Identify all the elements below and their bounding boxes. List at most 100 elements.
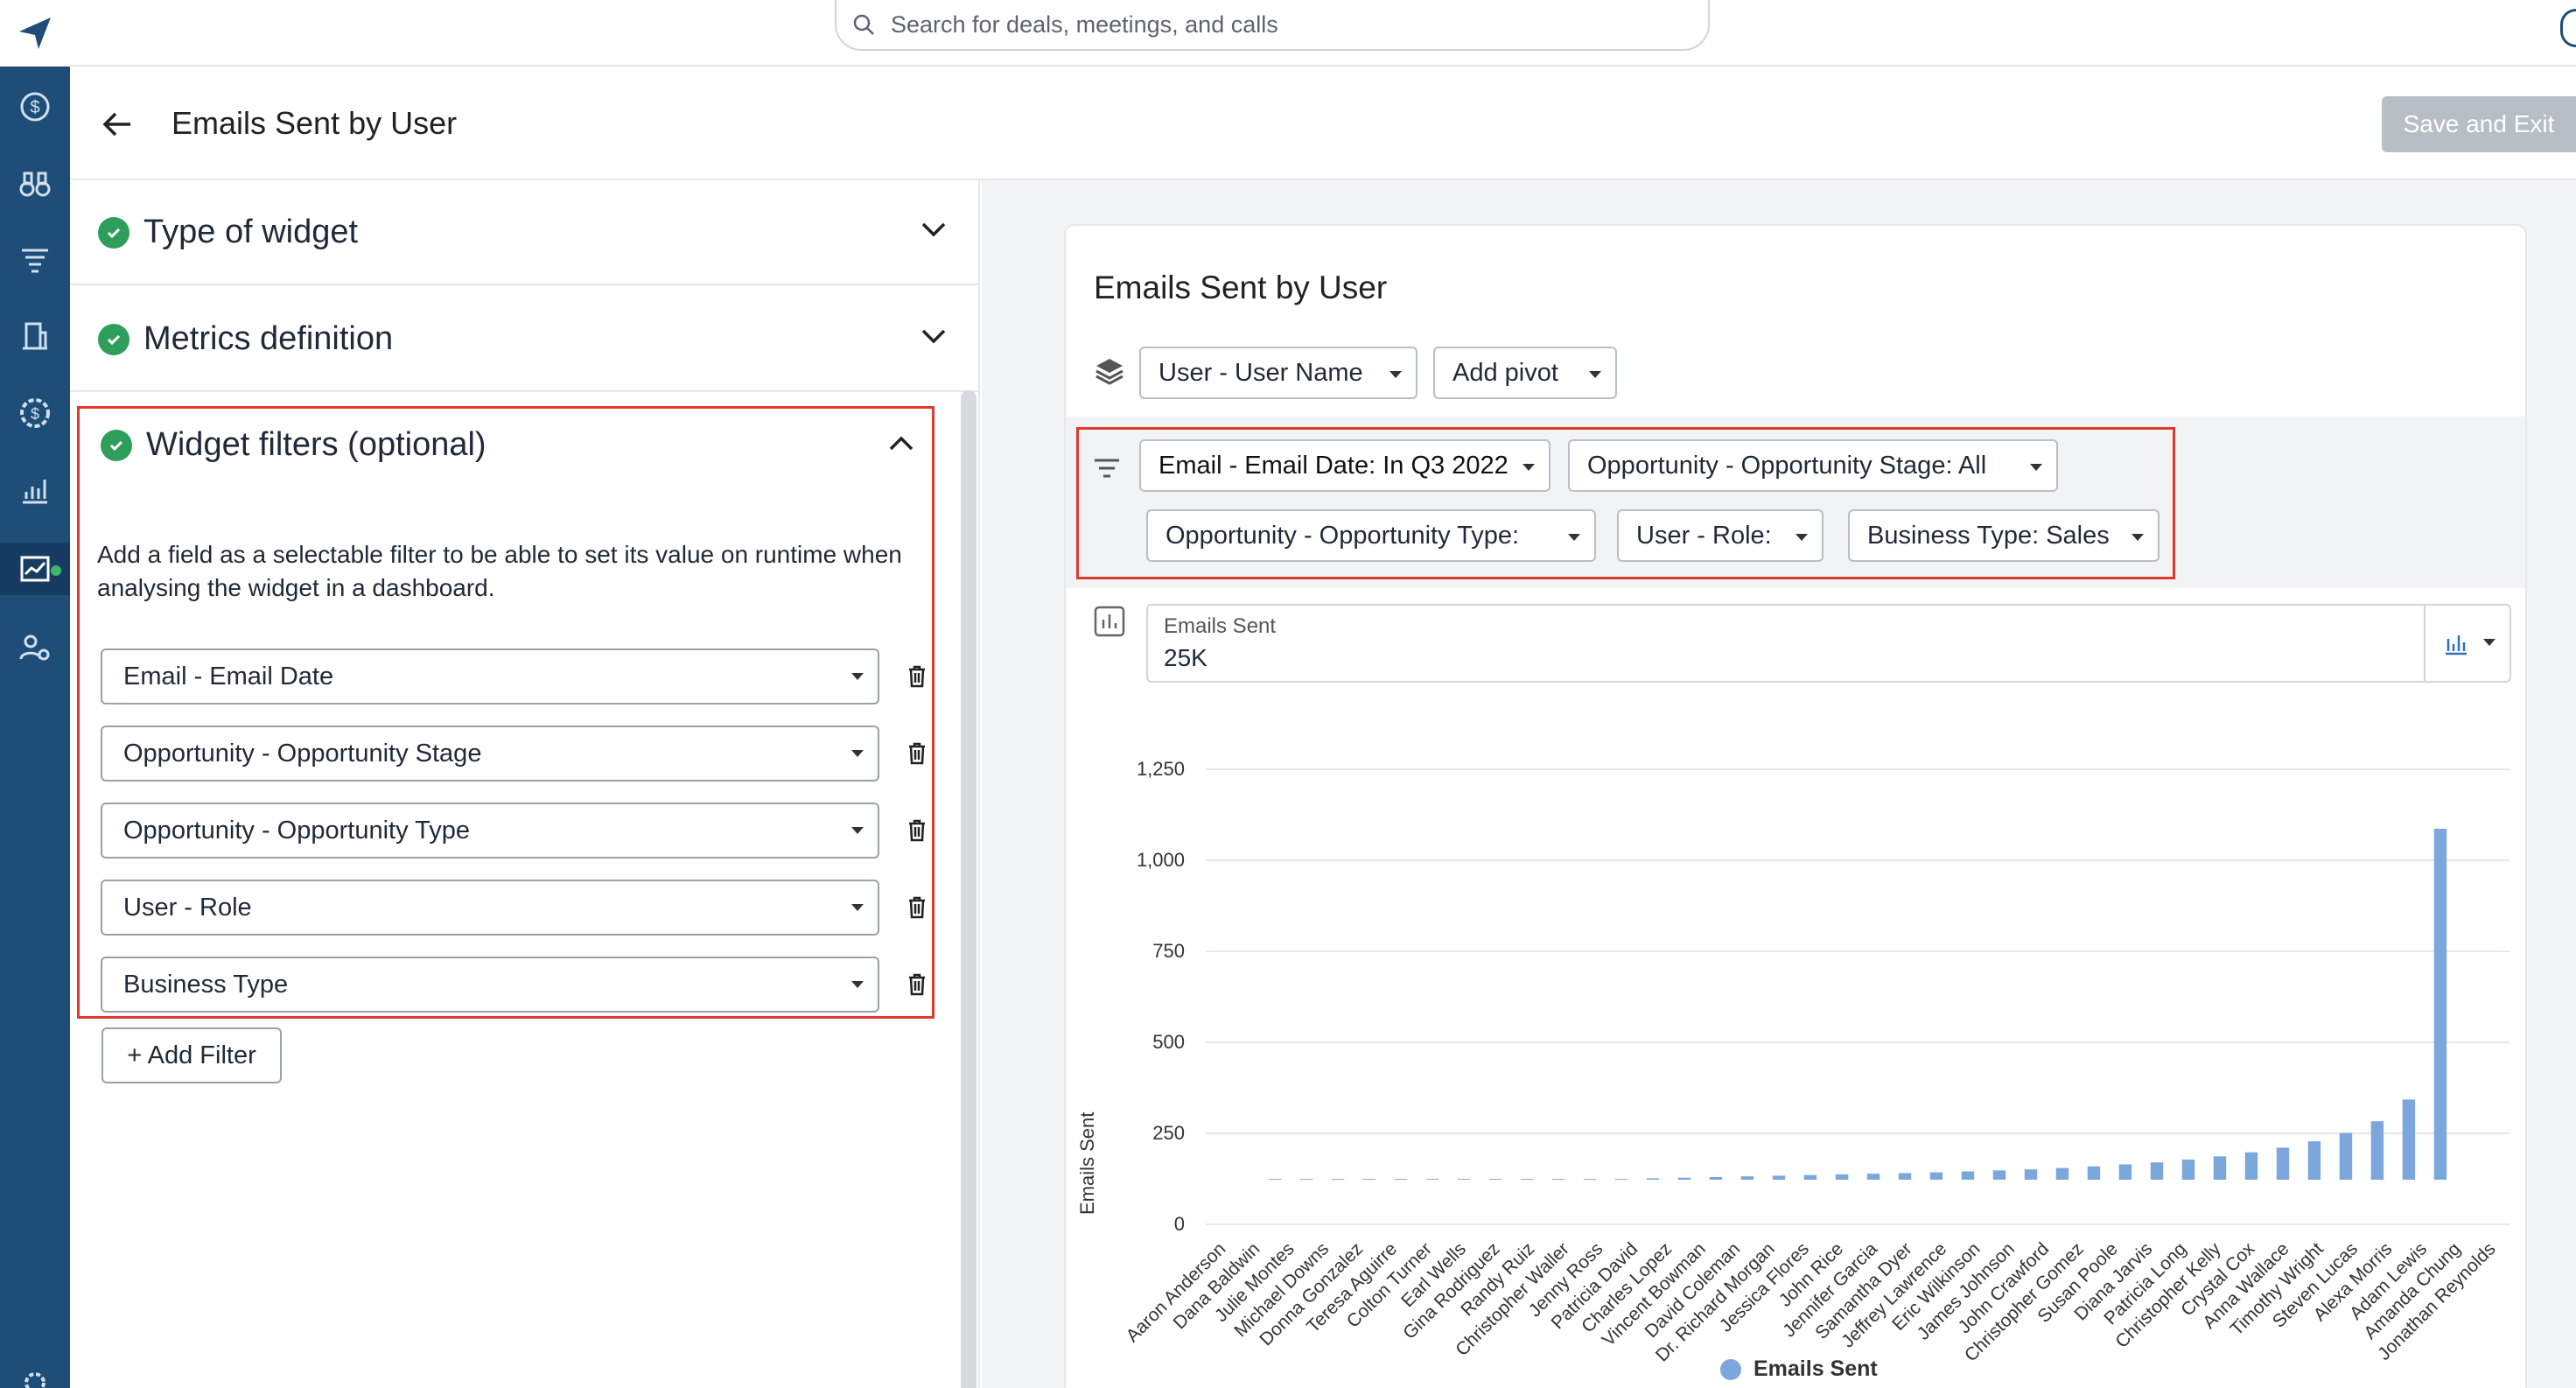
bar[interactable] xyxy=(2181,1160,2195,1180)
search-icon xyxy=(853,14,874,35)
trash-icon[interactable] xyxy=(904,740,930,768)
bar[interactable] xyxy=(2244,1152,2258,1180)
bar[interactable] xyxy=(2118,1164,2132,1180)
gear-dollar-icon[interactable]: $ xyxy=(9,387,61,439)
bar[interactable] xyxy=(1268,1179,1282,1180)
filter-row: User - Role xyxy=(101,880,925,936)
trash-icon[interactable] xyxy=(904,662,930,690)
bar[interactable] xyxy=(1866,1174,1880,1180)
filter-field-select[interactable]: Opportunity - Opportunity Stage xyxy=(101,726,879,782)
bar[interactable] xyxy=(2024,1169,2038,1180)
nav-rail: $ $ xyxy=(0,0,70,1388)
user-gear-icon[interactable] xyxy=(9,621,61,674)
bar[interactable] xyxy=(2370,1121,2384,1180)
binoculars-icon[interactable] xyxy=(9,158,61,210)
funnel-icon[interactable] xyxy=(9,235,61,287)
check-circle-icon xyxy=(101,430,132,461)
add-filter-button[interactable]: + Add Filter xyxy=(102,1027,282,1083)
chart-legend[interactable]: Emails Sent xyxy=(1720,1356,1878,1382)
search-input[interactable]: Search for deals, meetings, and calls xyxy=(835,0,1710,51)
bar[interactable] xyxy=(2213,1156,2227,1180)
filter-field-select[interactable]: Email - Email Date xyxy=(101,648,879,705)
bar[interactable] xyxy=(1425,1179,1439,1180)
bar[interactable] xyxy=(1772,1175,1786,1180)
accordion-widget-filters: Widget filters (optional) Add a field as… xyxy=(77,406,934,1019)
y-tick-label: 500 xyxy=(1152,1031,1185,1053)
trash-icon[interactable] xyxy=(904,894,930,922)
bar[interactable] xyxy=(1835,1174,1849,1180)
measure-value: 25K xyxy=(1164,644,1208,671)
caret-down-icon[interactable] xyxy=(2483,639,2496,646)
bar-chart-outline-icon xyxy=(1094,604,1125,643)
filter-field-select[interactable]: User - Role xyxy=(101,880,879,936)
bar[interactable] xyxy=(2402,1099,2416,1180)
bar[interactable] xyxy=(1299,1179,1313,1180)
filter-field-value: Opportunity - Opportunity Stage xyxy=(123,739,482,768)
bar[interactable] xyxy=(2055,1167,2069,1180)
add-pivot-label: Add pivot xyxy=(1452,358,1558,387)
bar[interactable] xyxy=(1677,1177,1691,1180)
y-tick-label: 1,250 xyxy=(1136,758,1185,780)
svg-text:$: $ xyxy=(31,405,39,423)
group-by-select[interactable]: User - User Name xyxy=(1139,347,1418,399)
bar[interactable] xyxy=(1803,1174,1817,1180)
add-pivot-select[interactable]: Add pivot xyxy=(1433,347,1617,399)
bar[interactable] xyxy=(1583,1179,1597,1180)
filter-row: Email - Email Date xyxy=(101,648,925,705)
avatar[interactable] xyxy=(2560,9,2576,47)
active-dot xyxy=(51,565,61,576)
filter-field-select[interactable]: Opportunity - Opportunity Type xyxy=(101,803,879,859)
dashboard-icon[interactable] xyxy=(0,543,70,595)
chart-icon[interactable] xyxy=(9,464,61,516)
dollar-icon[interactable]: $ xyxy=(9,81,61,133)
filter-row: Opportunity - Opportunity Stage xyxy=(101,726,925,782)
bar[interactable] xyxy=(1992,1170,2006,1180)
bar[interactable] xyxy=(1520,1179,1534,1180)
trash-icon[interactable] xyxy=(904,971,930,999)
bar-chart-icon[interactable] xyxy=(2443,630,2469,661)
settings-icon[interactable] xyxy=(9,1356,61,1388)
filter-field-select[interactable]: Business Type xyxy=(101,957,879,1013)
bar[interactable] xyxy=(1961,1171,1975,1180)
widget-config-panel: Type of widget Metrics definition Widget… xyxy=(70,180,980,1388)
panel-scrollbar[interactable] xyxy=(961,390,976,1388)
check-circle-icon xyxy=(98,324,130,355)
bar[interactable] xyxy=(1331,1179,1345,1180)
building-icon[interactable] xyxy=(9,310,61,362)
bar[interactable] xyxy=(1740,1176,1754,1180)
bar[interactable] xyxy=(2307,1141,2321,1180)
bar[interactable] xyxy=(2276,1147,2290,1180)
bar[interactable] xyxy=(1929,1172,1943,1180)
bar[interactable] xyxy=(1362,1179,1376,1180)
accordion-type-of-widget[interactable]: Type of widget xyxy=(70,180,980,285)
save-and-exit-button[interactable]: Save and Exit xyxy=(2382,96,2576,152)
bar[interactable] xyxy=(1614,1179,1628,1180)
caret-down-icon xyxy=(851,904,864,911)
bar[interactable] xyxy=(1457,1179,1471,1180)
bar[interactable] xyxy=(1394,1179,1408,1180)
top-bar: Search for deals, meetings, and calls xyxy=(70,0,2576,67)
measure-select[interactable]: Emails Sent 25K xyxy=(1146,604,2511,683)
bar[interactable] xyxy=(1709,1176,1723,1180)
bar[interactable] xyxy=(1551,1179,1565,1180)
logo-icon[interactable] xyxy=(0,0,70,67)
bar[interactable] xyxy=(2339,1132,2353,1180)
chevron-up-icon[interactable] xyxy=(888,435,914,457)
bar[interactable] xyxy=(1646,1178,1660,1180)
bar[interactable] xyxy=(2433,829,2447,1180)
filter-field-value: User - Role xyxy=(123,893,252,922)
layers-icon xyxy=(1094,355,1125,391)
chevron-down-icon[interactable] xyxy=(920,327,947,349)
caret-down-icon xyxy=(851,673,864,680)
bar[interactable] xyxy=(2087,1166,2101,1180)
filter-field-value: Opportunity - Opportunity Type xyxy=(123,816,471,845)
chevron-down-icon[interactable] xyxy=(920,221,947,242)
accordion-metrics-definition[interactable]: Metrics definition xyxy=(70,287,980,392)
widget-preview-card: Emails Sent by User User - User Name Add… xyxy=(1064,224,2527,1388)
back-arrow-icon[interactable] xyxy=(96,103,138,145)
bar[interactable] xyxy=(1898,1173,1912,1180)
check-circle-icon xyxy=(98,217,130,249)
trash-icon[interactable] xyxy=(904,817,930,845)
bar[interactable] xyxy=(2150,1162,2164,1180)
bar[interactable] xyxy=(1488,1179,1502,1180)
